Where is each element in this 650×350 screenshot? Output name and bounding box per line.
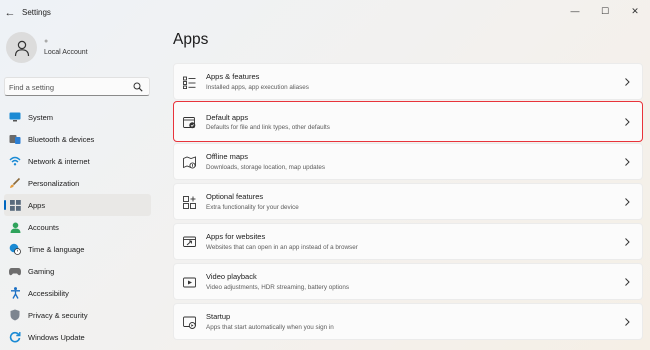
- maximize-button[interactable]: ☐: [590, 0, 620, 22]
- sidebar-item-apps[interactable]: Apps: [4, 194, 151, 216]
- sidebar-item-windows-update[interactable]: Windows Update: [4, 326, 151, 348]
- sidebar-item-label: Privacy & security: [28, 310, 88, 320]
- bluetooth-icon: [9, 133, 21, 145]
- search-box: [4, 77, 150, 96]
- chevron-right-icon: [625, 78, 630, 86]
- sidebar-item-label: Gaming: [28, 266, 55, 276]
- video-playback-icon: [183, 277, 196, 288]
- profile-name: Local Account: [44, 49, 88, 56]
- card-startup[interactable]: Startup Apps that start automatically wh…: [173, 303, 643, 340]
- apps-list-icon: [183, 76, 196, 89]
- update-icon: [9, 331, 21, 343]
- sidebar-item-label: System: [28, 112, 54, 122]
- sidebar-item-label: Windows Update: [28, 332, 85, 342]
- chevron-right-icon: [625, 118, 630, 126]
- card-optional-features[interactable]: Optional features Extra functionality fo…: [173, 183, 643, 220]
- sidebar-item-privacy-security[interactable]: Privacy & security: [4, 304, 151, 326]
- card-title: Default apps: [206, 113, 249, 122]
- sidebar-item-time-language[interactable]: Time & language: [4, 238, 151, 260]
- sidebar-item-personalization[interactable]: Personalization: [4, 172, 151, 194]
- search-input[interactable]: [9, 80, 129, 94]
- card-description: Apps that start automatically when you s…: [206, 324, 334, 331]
- search-icon[interactable]: [133, 82, 143, 92]
- sidebar-item-label: Network & internet: [28, 156, 90, 166]
- card-description: Installed apps, app execution aliases: [206, 84, 309, 91]
- wifi-icon: [9, 155, 21, 167]
- card-title: Startup: [206, 312, 231, 321]
- avatar[interactable]: [6, 32, 37, 63]
- chevron-right-icon: [625, 158, 630, 166]
- card-description: Websites that can open in an app instead…: [206, 244, 358, 251]
- card-title: Video playback: [206, 272, 257, 281]
- window-title: Settings: [22, 8, 51, 17]
- sidebar-nav: System Bluetooth & devices Network & int…: [4, 106, 151, 348]
- sidebar-item-label: Apps: [28, 200, 46, 210]
- card-video-playback[interactable]: Video playback Video adjustments, HDR st…: [173, 263, 643, 300]
- startup-icon: [183, 316, 196, 329]
- sidebar-item-label: Bluetooth & devices: [28, 134, 95, 144]
- person-icon: [9, 221, 21, 233]
- globe-clock-icon: [9, 243, 21, 255]
- sidebar-item-label: Accounts: [28, 222, 59, 232]
- sidebar-item-system[interactable]: System: [4, 106, 151, 128]
- offline-map-icon: [183, 156, 196, 169]
- apps-icon: [9, 199, 21, 211]
- gamepad-icon: [9, 265, 21, 277]
- sidebar-item-accessibility[interactable]: Accessibility: [4, 282, 151, 304]
- card-description: Video adjustments, HDR streaming, batter…: [206, 284, 350, 291]
- optional-features-icon: [183, 196, 196, 209]
- default-apps-icon: [183, 117, 196, 129]
- shield-icon: [9, 309, 21, 321]
- chevron-right-icon: [625, 278, 630, 286]
- card-apps-features[interactable]: Apps & features Installed apps, app exec…: [173, 63, 643, 100]
- monitor-icon: [9, 111, 21, 123]
- sidebar-item-accounts[interactable]: Accounts: [4, 216, 151, 238]
- card-apps-for-websites[interactable]: Apps for websites Websites that can open…: [173, 223, 643, 260]
- card-default-apps[interactable]: Default apps Defaults for file and link …: [173, 101, 643, 142]
- sidebar-item-label: Time & language: [28, 244, 85, 254]
- minimize-button[interactable]: —: [560, 0, 590, 22]
- page-title: Apps: [173, 31, 209, 48]
- sidebar-item-label: Personalization: [28, 178, 80, 188]
- title-bar: ← Settings — ☐ ✕: [0, 0, 650, 26]
- sidebar-item-network[interactable]: Network & internet: [4, 150, 151, 172]
- card-description: Defaults for file and link types, other …: [206, 124, 330, 131]
- sidebar-item-gaming[interactable]: Gaming: [4, 260, 151, 282]
- chevron-right-icon: [625, 198, 630, 206]
- card-description: Extra functionality for your device: [206, 204, 299, 211]
- chevron-right-icon: [625, 318, 630, 326]
- back-button[interactable]: ←: [3, 6, 17, 20]
- card-offline-maps[interactable]: Offline maps Downloads, storage location…: [173, 143, 643, 180]
- card-title: Offline maps: [206, 152, 248, 161]
- card-title: Optional features: [206, 192, 264, 201]
- chevron-right-icon: [625, 238, 630, 246]
- brush-icon: [9, 177, 21, 189]
- card-title: Apps for websites: [206, 232, 266, 241]
- accessibility-icon: [9, 287, 21, 299]
- close-button[interactable]: ✕: [620, 0, 650, 22]
- sidebar-item-bluetooth[interactable]: Bluetooth & devices: [4, 128, 151, 150]
- person-icon: [14, 40, 29, 56]
- window-controls: — ☐ ✕: [560, 0, 650, 22]
- card-description: Downloads, storage location, map updates: [206, 164, 326, 171]
- sidebar-item-label: Accessibility: [28, 288, 69, 298]
- profile-status: ●: [44, 38, 49, 45]
- apps-for-websites-icon: [183, 236, 196, 247]
- card-title: Apps & features: [206, 72, 260, 81]
